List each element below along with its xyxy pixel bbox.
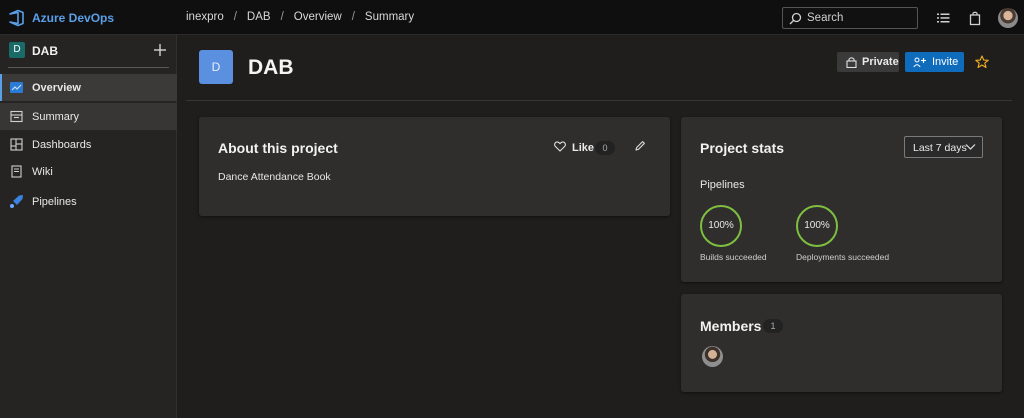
project-badge: D [9, 42, 25, 58]
favorite-star-icon[interactable] [975, 55, 989, 69]
pipelines-icon [10, 195, 23, 208]
sidebar-item-label: Pipelines [32, 196, 77, 208]
breadcrumb-overview[interactable]: Overview [294, 11, 342, 23]
search-placeholder: Search [807, 12, 844, 24]
wiki-icon [11, 165, 22, 178]
dashboards-icon [10, 138, 23, 151]
breadcrumb: inexpro / DAB / Overview / Summary [186, 11, 414, 23]
breadcrumb-separator: / [351, 11, 355, 23]
project-switcher[interactable]: D DAB [0, 35, 177, 67]
user-avatar[interactable] [998, 8, 1018, 28]
sidebar-item-dashboards[interactable]: Dashboards [0, 131, 177, 158]
sidebar-item-summary[interactable]: Summary [0, 103, 177, 130]
chevron-down-icon [965, 144, 976, 150]
private-label: Private [862, 56, 899, 68]
edit-pencil-icon[interactable] [634, 140, 646, 152]
sidebar: D DAB Overview Summary Dashboards Wiki P… [0, 35, 177, 418]
brand-name[interactable]: Azure DevOps [32, 11, 114, 25]
time-range-value: Last 7 days [913, 142, 967, 154]
sidebar-divider [8, 67, 169, 68]
sidebar-item-label: Wiki [32, 166, 53, 178]
overview-icon [10, 82, 23, 93]
sidebar-item-label: Dashboards [32, 139, 92, 151]
like-count-badge: 0 [595, 141, 615, 155]
shopping-bag-icon[interactable] [967, 10, 983, 26]
sidebar-item-wiki[interactable]: Wiki [0, 158, 177, 185]
members-count-badge: 1 [763, 319, 783, 333]
time-range-dropdown[interactable]: Last 7 days [904, 136, 983, 158]
breadcrumb-separator: / [233, 11, 237, 23]
stats-title: Project stats [700, 140, 785, 156]
project-description: Dance Attendance Book [218, 171, 331, 183]
project-stats-card: Project stats Last 7 days Pipelines 100%… [681, 117, 1002, 282]
search-icon [789, 12, 802, 25]
lock-icon [846, 57, 857, 68]
breadcrumb-project[interactable]: DAB [247, 11, 271, 23]
summary-icon [10, 110, 23, 123]
deployments-caption: Deployments succeeded [796, 252, 890, 262]
azure-devops-logo-icon[interactable] [8, 9, 26, 27]
private-button[interactable]: Private [837, 52, 899, 72]
breadcrumb-separator: / [280, 11, 284, 23]
plus-icon[interactable] [153, 43, 167, 57]
member-avatar[interactable] [702, 346, 723, 367]
members-title: Members [700, 318, 762, 334]
about-title: About this project [218, 140, 338, 156]
top-bar: Azure DevOps inexpro / DAB / Overview / Summar… [0, 0, 1024, 35]
sidebar-item-label: Summary [32, 111, 80, 123]
invite-label: Invite [932, 56, 959, 68]
invite-icon [913, 57, 926, 68]
sidebar-item-label: Overview [32, 82, 81, 94]
builds-success-ring[interactable]: 100% [700, 205, 742, 247]
breadcrumb-summary[interactable]: Summary [365, 11, 414, 23]
active-indicator [0, 74, 2, 101]
project-avatar: D [199, 50, 233, 84]
page-title: DAB [248, 56, 294, 79]
about-project-card: About this project Like 0 Dance Attendan… [199, 117, 670, 216]
sidebar-item-overview[interactable]: Overview [0, 74, 177, 101]
deployments-success-ring[interactable]: 100% [796, 205, 838, 247]
pipelines-section-label: Pipelines [700, 179, 745, 191]
sidebar-item-pipelines[interactable]: Pipelines [0, 188, 177, 215]
members-card: Members 1 [681, 294, 1002, 392]
project-name: DAB [32, 44, 58, 58]
builds-caption: Builds succeeded [700, 252, 767, 262]
invite-button[interactable]: Invite [905, 52, 964, 72]
header-divider [186, 100, 1012, 101]
heart-icon[interactable] [554, 141, 566, 152]
like-button[interactable]: Like [572, 142, 594, 154]
breadcrumb-org[interactable]: inexpro [186, 11, 224, 23]
list-icon[interactable] [935, 10, 951, 26]
search-input[interactable]: Search [782, 7, 918, 29]
